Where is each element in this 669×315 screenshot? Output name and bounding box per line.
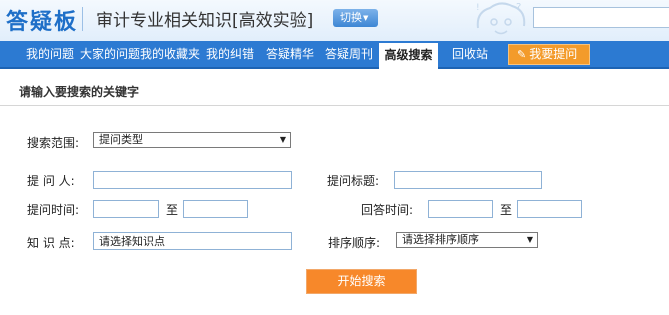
- title-label: 提问标题:: [327, 174, 380, 188]
- sort-selected: 请选择排序顺序: [402, 233, 479, 246]
- header-divider: [82, 7, 83, 31]
- section-divider: [0, 105, 669, 106]
- svg-text:!: !: [476, 3, 480, 13]
- chevron-down-icon: ▼: [526, 235, 533, 244]
- nav-best-answers[interactable]: 答疑精华: [266, 41, 314, 67]
- ask-time-label: 提问时间:: [27, 203, 80, 217]
- header: 答疑板 审计专业相关知识[高效实验] 切换▼ ? !: [0, 0, 669, 41]
- sort-select[interactable]: 请选择排序顺序 ▼: [396, 232, 538, 248]
- asker-input[interactable]: [93, 171, 292, 189]
- scope-label: 搜索范围:: [27, 136, 80, 150]
- knowledge-label: 知 识 点:: [27, 236, 75, 250]
- main-nav: 我的问题 大家的问题 我的收藏夹 我的纠错 答疑精华 答疑周刊 高级搜索 回收站…: [0, 41, 669, 69]
- switch-button[interactable]: 切换▼: [333, 9, 378, 27]
- nav-my-questions[interactable]: 我的问题: [26, 41, 74, 67]
- nav-weekly[interactable]: 答疑周刊: [325, 41, 373, 67]
- scope-select[interactable]: 提问类型 ▼: [93, 132, 291, 148]
- title-input[interactable]: [394, 171, 542, 189]
- tab-advanced-search[interactable]: 高级搜索: [379, 43, 438, 69]
- section-title: 请输入要搜索的关键字: [19, 85, 140, 99]
- nav-my-corrections[interactable]: 我的纠错: [206, 41, 254, 67]
- chevron-down-icon: ▼: [279, 135, 286, 144]
- ask-time-to-label: 至: [166, 203, 179, 217]
- nav-all-questions[interactable]: 大家的问题: [80, 41, 140, 67]
- svg-text:?: ?: [516, 2, 521, 13]
- ask-question-button[interactable]: ✎ 我要提问: [508, 44, 590, 65]
- asker-label: 提 问 人:: [27, 174, 75, 188]
- answer-time-to-input[interactable]: [517, 200, 582, 218]
- pencil-icon: ✎: [517, 48, 527, 61]
- search-input[interactable]: [533, 7, 669, 28]
- mascot-decoration-icon: ? !: [476, 2, 526, 35]
- ask-time-to-input[interactable]: [183, 200, 248, 218]
- knowledge-input[interactable]: [93, 232, 292, 250]
- sort-label: 排序顺序:: [328, 236, 381, 250]
- answer-time-label: 回答时间:: [361, 203, 414, 217]
- answer-time-from-input[interactable]: [428, 200, 493, 218]
- switch-label: 切换: [340, 11, 362, 24]
- nav-recycle-bin[interactable]: 回收站: [452, 41, 488, 67]
- ask-question-label: 我要提问: [529, 47, 578, 61]
- scope-selected: 提问类型: [99, 133, 143, 146]
- course-title: 审计专业相关知识[高效实验]: [96, 11, 314, 31]
- start-search-button[interactable]: 开始搜索: [306, 269, 417, 294]
- chevron-down-icon: ▼: [363, 14, 369, 22]
- ask-time-from-input[interactable]: [93, 200, 159, 218]
- nav-my-favorites[interactable]: 我的收藏夹: [140, 41, 200, 67]
- logo[interactable]: 答疑板: [6, 4, 78, 36]
- answer-time-to-label: 至: [500, 203, 513, 217]
